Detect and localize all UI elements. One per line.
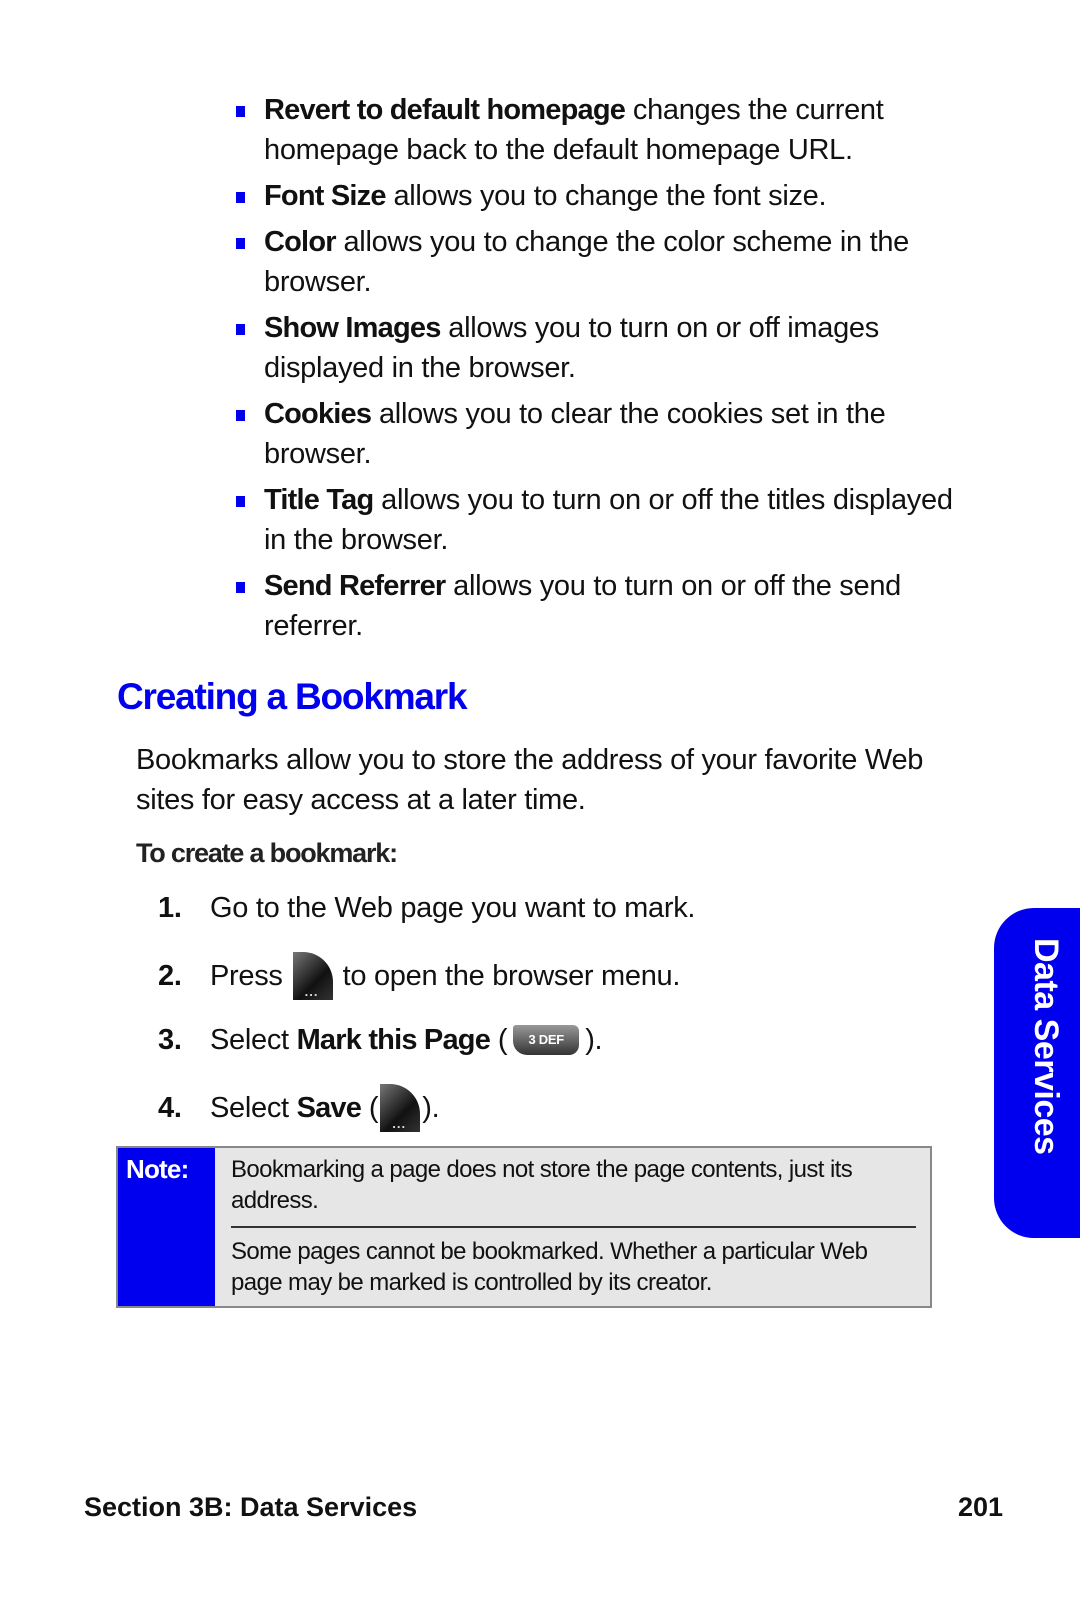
bullet-icon (236, 324, 245, 335)
option-term: Revert to default homepage (264, 94, 626, 126)
procedure-subheading: To create a bookmark: (136, 838, 398, 868)
note-item: Some pages cannot be bookmarked. Whether… (231, 1238, 868, 1296)
note-item: Bookmarking a page does not store the pa… (231, 1156, 853, 1214)
paren-close: ). (585, 1024, 603, 1056)
section-heading: Creating a Bookmark (117, 676, 468, 717)
step-item: 2. Press ... to open the browser menu. (158, 952, 695, 1000)
note-divider (231, 1226, 916, 1228)
paren-open: ( (490, 1024, 508, 1056)
bullet-icon (236, 106, 245, 117)
note-body: Bookmarking a page does not store the pa… (215, 1148, 930, 1306)
step-number: 4. (158, 1092, 182, 1124)
step-text: Select (210, 1092, 297, 1124)
section-intro: Bookmarks allow you to store the address… (136, 744, 924, 816)
section-side-tab: Data Services (994, 908, 1080, 1238)
paren-open: ( (361, 1092, 379, 1124)
option-term: Cookies (264, 398, 372, 430)
option-term: Send Referrer (264, 570, 446, 602)
list-item: Show Images allows you to turn on or off… (236, 308, 966, 388)
step-number: 1. (158, 892, 182, 924)
bullet-icon (236, 192, 245, 203)
option-term: Title Tag (264, 484, 374, 516)
option-term: Show Images (264, 312, 441, 344)
paren-close: ). (422, 1092, 440, 1124)
option-desc: allows you to change the font size. (385, 180, 827, 212)
list-item: Revert to default homepage changes the c… (236, 90, 966, 170)
step-number: 2. (158, 960, 182, 992)
menu-option-name: Mark this Page (296, 1024, 491, 1056)
list-item: Color allows you to change the color sch… (236, 222, 966, 302)
side-tab-label: Data Services (1027, 938, 1065, 1155)
option-desc: allows you to change the color scheme in… (264, 226, 910, 298)
option-term: Color (264, 226, 337, 258)
step-item: 3. Select Mark this Page ( 3 DEF ). (158, 1020, 695, 1060)
list-item: Font Size allows you to change the font … (236, 176, 966, 216)
note-box: Note: Bookmarking a page does not store … (116, 1146, 932, 1308)
note-label: Note: (118, 1148, 215, 1306)
menu-softkey-icon: ... (380, 1084, 421, 1132)
steps-list: 1. Go to the Web page you want to mark. … (158, 888, 695, 1132)
list-item: Send Referrer allows you to turn on or o… (236, 566, 966, 646)
bullet-icon (236, 238, 245, 249)
step-text: Select (210, 1024, 297, 1056)
menu-option-name: Save (296, 1092, 362, 1124)
footer-section: Section 3B: Data Services (84, 1492, 418, 1522)
list-item: Title Tag allows you to turn on or off t… (236, 480, 966, 560)
step-number: 3. (158, 1024, 182, 1056)
bullet-icon (236, 496, 245, 507)
bullet-icon (236, 582, 245, 593)
list-item: Cookies allows you to clear the cookies … (236, 394, 966, 474)
bullet-icon (236, 410, 245, 421)
key-3-icon: 3 DEF (513, 1025, 580, 1055)
browser-options-list: Revert to default homepage changes the c… (236, 90, 966, 652)
menu-softkey-icon: ... (292, 952, 333, 1000)
option-term: Font Size (264, 180, 386, 212)
step-item: 4. Select Save ( ... ). (158, 1084, 695, 1132)
step-text: to open the browser menu. (342, 960, 681, 992)
step-text: Go to the Web page you want to mark. (210, 892, 696, 924)
step-item: 1. Go to the Web page you want to mark. (158, 888, 695, 928)
page-number: 201 (958, 1492, 1004, 1522)
step-text: Press (210, 960, 283, 992)
